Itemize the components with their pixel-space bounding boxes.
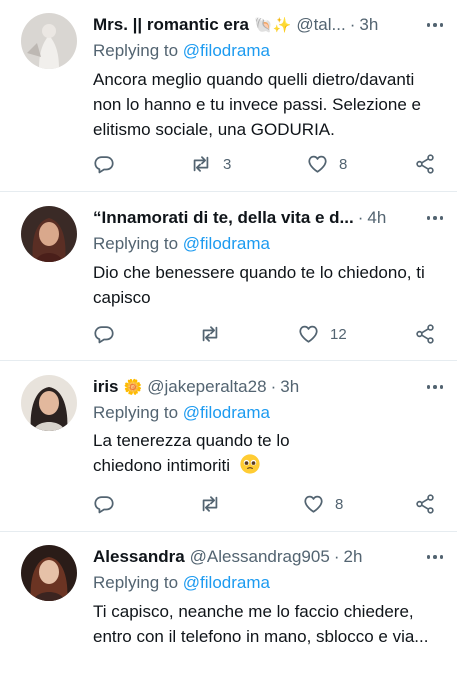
more-icon[interactable] (426, 206, 443, 230)
tweet-header: Mrs. || romantic era 🐚✨ @tal... · 3h (93, 13, 443, 37)
separator-dot: · (333, 547, 340, 566)
tweet-4[interactable]: Alessandra @Alessandrag905 · 2h Replying… (0, 532, 457, 683)
retweet-button[interactable] (198, 492, 222, 516)
timestamp[interactable]: 3h (359, 15, 378, 35)
pleading-face-emoji (240, 454, 260, 474)
display-name[interactable]: Alessandra (93, 547, 185, 567)
replying-to: Replying to @filodrama (93, 41, 270, 61)
avatar[interactable] (21, 375, 77, 431)
avatar[interactable] (21, 545, 77, 601)
handle[interactable]: @tal... (296, 15, 345, 35)
display-name[interactable]: Mrs. || romantic era (93, 15, 249, 35)
retweet-count: 3 (223, 155, 232, 173)
tweet-text-wrap: La tenerezza quando te lo chiedono intim… (93, 428, 337, 478)
replying-label: Replying to (93, 41, 179, 60)
reply-button[interactable] (93, 492, 115, 516)
mention-link[interactable]: @filodrama (183, 403, 270, 422)
share-button[interactable] (414, 322, 436, 346)
like-button[interactable]: 8 (302, 492, 343, 516)
share-button[interactable] (414, 492, 436, 516)
retweet-icon (202, 496, 218, 512)
name-emojis: 🐚✨ (253, 16, 292, 34)
handle[interactable]: @Alessandrag905 (190, 547, 330, 567)
share-icon (416, 154, 434, 174)
like-count: 8 (339, 155, 348, 173)
more-icon[interactable] (426, 13, 443, 37)
share-icon (416, 494, 434, 514)
like-count: 12 (330, 325, 347, 343)
action-bar: 3 8 (93, 152, 443, 176)
like-button[interactable]: 12 (297, 322, 347, 346)
reply-button[interactable] (93, 152, 115, 176)
tweet-header: iris 🌼 @jakeperalta28 · 3h (93, 375, 443, 399)
like-icon (299, 325, 318, 343)
like-icon (308, 155, 327, 173)
separator-dot: · (357, 208, 364, 227)
share-button[interactable] (414, 152, 436, 176)
tweet-header: “Innamorati di te, della vita e d... · 4… (93, 206, 443, 230)
action-bar: 8 (93, 492, 443, 516)
reply-icon (94, 156, 114, 174)
tweet-2[interactable]: “Innamorati di te, della vita e d... · 4… (0, 192, 457, 361)
tweet-text: Ancora meglio quando quelli dietro/davan… (93, 70, 421, 139)
timestamp[interactable]: 3h (280, 377, 299, 397)
retweet-button[interactable] (198, 322, 222, 346)
share-icon (416, 324, 434, 344)
separator-dot: · (349, 15, 356, 34)
timestamp[interactable]: 4h (367, 208, 386, 228)
replying-label: Replying to (93, 234, 179, 253)
separator-dot: · (270, 377, 277, 396)
replying-to: Replying to @filodrama (93, 573, 270, 593)
replying-to: Replying to @filodrama (93, 403, 270, 423)
mention-link[interactable]: @filodrama (183, 234, 270, 253)
display-name[interactable]: “Innamorati di te, della vita e d... (93, 208, 354, 228)
handle[interactable]: @jakeperalta28 (147, 377, 266, 397)
reply-icon (94, 326, 114, 344)
reply-icon (94, 496, 114, 514)
avatar[interactable] (21, 206, 77, 262)
replying-label: Replying to (93, 403, 179, 422)
avatar[interactable] (21, 13, 77, 69)
action-bar: 12 (93, 322, 443, 346)
mention-link[interactable]: @filodrama (183, 41, 270, 60)
retweet-icon (202, 326, 218, 342)
replying-label: Replying to (93, 573, 179, 592)
display-name[interactable]: iris (93, 377, 119, 397)
like-count: 8 (335, 495, 344, 513)
tweet-text: Dio che benessere quando te lo chiedono,… (93, 263, 425, 307)
more-icon[interactable] (426, 375, 443, 399)
tweet-text: Ti capisco, neanche me lo faccio chieder… (93, 602, 429, 646)
mention-link[interactable]: @filodrama (183, 573, 270, 592)
tweet-3[interactable]: iris 🌼 @jakeperalta28 · 3h Replying to @… (0, 361, 457, 532)
like-button[interactable]: 8 (306, 152, 347, 176)
retweet-icon (193, 156, 209, 172)
tweet-1[interactable]: Mrs. || romantic era 🐚✨ @tal... · 3h Rep… (0, 0, 457, 192)
name-emojis: 🌼 (123, 378, 143, 396)
like-icon (304, 495, 323, 513)
reply-button[interactable] (93, 322, 115, 346)
replying-to: Replying to @filodrama (93, 234, 270, 254)
tweet-header: Alessandra @Alessandrag905 · 2h (93, 545, 443, 569)
more-icon[interactable] (426, 545, 443, 569)
timestamp[interactable]: 2h (343, 547, 362, 567)
retweet-button[interactable]: 3 (189, 152, 231, 176)
